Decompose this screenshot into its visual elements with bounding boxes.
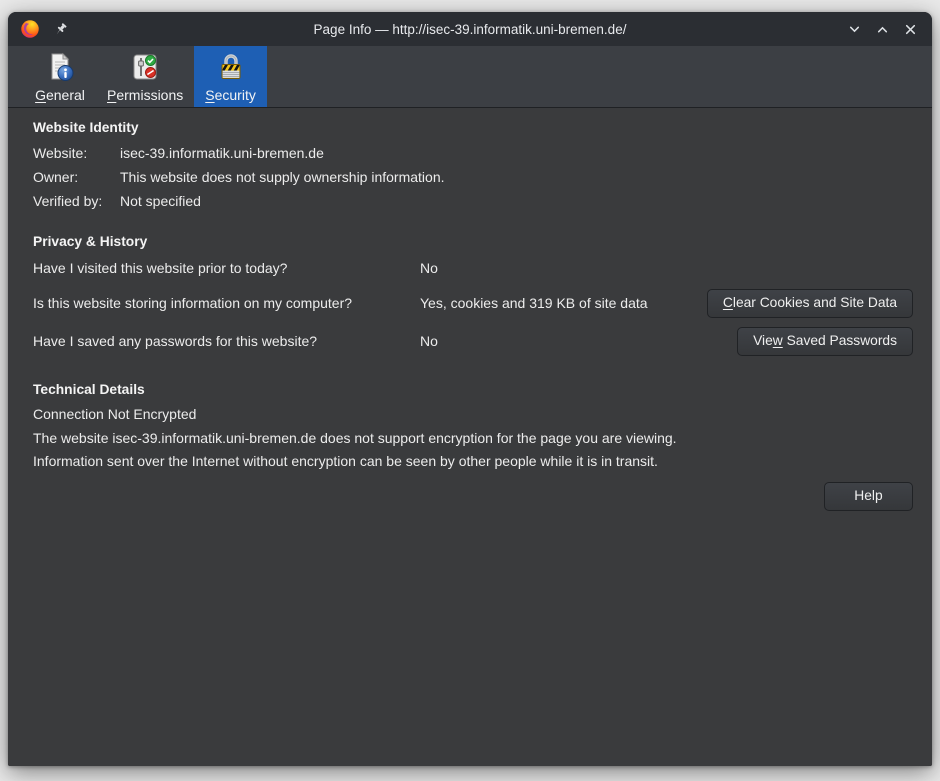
security-panel: Website Identity Website: isec-39.inform… — [8, 108, 932, 766]
window-title: Page Info — http://isec-39.informatik.un… — [8, 22, 932, 37]
website-identity-heading: Website Identity — [33, 118, 913, 138]
owner-label: Owner: — [33, 165, 120, 189]
window-controls — [846, 21, 932, 37]
tab-security[interactable]: Security — [194, 46, 267, 107]
verified-by-label: Verified by: — [33, 189, 120, 213]
encryption-info-line: The website isec-39.informatik.uni-breme… — [33, 427, 913, 451]
pushpin-icon[interactable] — [53, 22, 68, 37]
storing-row: Is this website storing information on m… — [33, 288, 913, 318]
website-label: Website: — [33, 141, 120, 165]
visited-question: Have I visited this website prior to tod… — [33, 260, 420, 276]
close-button[interactable] — [902, 21, 918, 37]
clear-cookies-button[interactable]: Clear Cookies and Site Data — [707, 289, 913, 318]
website-value: isec-39.informatik.uni-bremen.de — [120, 141, 913, 165]
tab-general-label: General — [35, 86, 85, 104]
tab-security-label: Security — [205, 86, 256, 104]
storing-question: Is this website storing information on m… — [33, 295, 420, 311]
maximize-button[interactable] — [874, 21, 890, 37]
tab-strip: General Permissions — [8, 46, 932, 108]
minimize-button[interactable] — [846, 21, 862, 37]
passwords-answer: No — [420, 333, 737, 349]
technical-details-heading: Technical Details — [33, 380, 913, 400]
titlebar: Page Info — http://isec-39.informatik.un… — [8, 12, 932, 46]
privacy-history-heading: Privacy & History — [33, 232, 913, 252]
storing-answer: Yes, cookies and 319 KB of site data — [420, 295, 707, 311]
tab-general[interactable]: General — [24, 46, 96, 107]
passwords-row: Have I saved any passwords for this webs… — [33, 326, 913, 356]
help-row: Help — [33, 482, 913, 511]
help-button[interactable]: Help — [824, 482, 913, 511]
document-info-icon — [44, 51, 76, 83]
padlock-icon — [215, 51, 247, 83]
transit-warning-line: Information sent over the Internet witho… — [33, 450, 913, 474]
connection-status-line: Connection Not Encrypted — [33, 403, 913, 427]
visited-answer: No — [420, 260, 913, 276]
view-saved-passwords-button[interactable]: View Saved Passwords — [737, 327, 913, 356]
visited-row: Have I visited this website prior to tod… — [33, 256, 913, 280]
sliders-permissions-icon — [129, 51, 161, 83]
website-row: Website: isec-39.informatik.uni-bremen.d… — [33, 141, 913, 165]
tab-permissions[interactable]: Permissions — [96, 46, 194, 107]
tab-permissions-label: Permissions — [107, 86, 183, 104]
verified-by-value: Not specified — [120, 189, 913, 213]
page-info-window: Page Info — http://isec-39.informatik.un… — [8, 12, 932, 766]
owner-value: This website does not supply ownership i… — [120, 165, 913, 189]
verified-by-row: Verified by: Not specified — [33, 189, 913, 213]
passwords-question: Have I saved any passwords for this webs… — [33, 333, 420, 349]
firefox-logo-icon[interactable] — [20, 19, 40, 39]
owner-row: Owner: This website does not supply owne… — [33, 165, 913, 189]
